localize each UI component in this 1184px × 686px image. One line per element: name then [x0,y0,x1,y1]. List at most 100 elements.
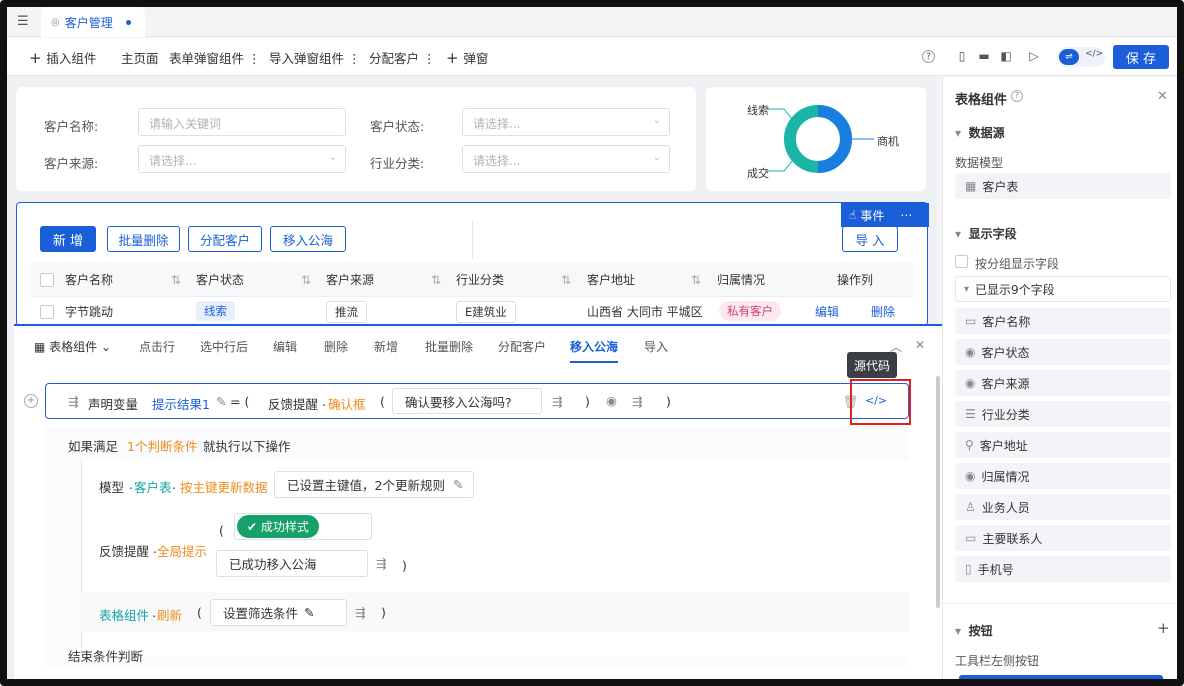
declare-variable-step[interactable]: ⇶ 声明变量 提示结果1 ✎ = ( 反馈提醒 . 确认框 ( 确认要移入公海吗… [45,383,909,419]
variable-name[interactable]: 提示结果1 [152,394,210,413]
insert-component-button[interactable]: + 插入组件 [29,48,96,67]
section-toggle[interactable]: ▾ 按钮 [955,622,993,639]
filter-condition-box[interactable]: 设置筛选条件 ✎ [210,599,347,626]
more-icon[interactable]: ⋯ [900,208,912,222]
group-display-checkbox[interactable] [955,255,968,268]
help-icon[interactable]: ? [1011,90,1023,102]
field-item[interactable]: ◉ 客户来源 [955,370,1171,396]
field-item[interactable]: ♙ 业务人员 [955,494,1171,520]
chevron-down-icon: ⌄ [652,152,661,163]
gear-icon[interactable]: ◉ [606,393,617,408]
style-selector[interactable]: ✔ 成功样式 [234,513,372,540]
batch-delete-button[interactable]: 批量删除 [107,226,180,252]
col-header: 归属情况 [717,273,766,287]
home-page-button[interactable]: 主页面 [121,48,159,67]
layout-right-icon[interactable]: ◧ [997,47,1015,65]
field-item[interactable]: ◉ 归属情况 [955,463,1171,489]
view-toggle[interactable]: ⇌ </> [1057,47,1105,67]
add-button[interactable]: 新 增 [40,226,96,252]
customer-name-input[interactable]: 请输入关键词 [138,108,346,136]
sort-icon[interactable]: ⇅ [691,263,701,297]
update-by-key-link[interactable]: 按主键更新数据 [180,477,268,496]
success-message-input[interactable]: 已成功移入公海 [216,550,368,577]
help-icon[interactable]: ? [922,50,935,63]
customer-source-select[interactable]: 请选择... ⌄ [138,145,346,173]
move-to-pool-button[interactable]: 移入公海 [270,226,346,252]
plus-icon[interactable]: + [1157,619,1170,637]
field-item[interactable]: ◉ 客户状态 [955,339,1171,365]
expression-icon[interactable]: ⇶ [552,394,562,409]
update-rules-box[interactable]: 已设置主键值，2个更新规则 ✎ [274,471,474,498]
sort-icon[interactable]: ⇅ [431,263,441,297]
event-tab[interactable]: 分配客户 [498,338,546,355]
close-icon[interactable]: ✕ [915,338,925,352]
event-tab-active[interactable]: 移入公海 [570,338,619,363]
model-select[interactable]: ▦ 客户表 [955,173,1171,199]
select-all-checkbox[interactable] [40,273,54,287]
layout-left-icon[interactable]: ▯ [953,47,971,65]
shown-fields-dropdown[interactable]: ▾ 已显示9个字段 [955,276,1171,302]
save-button[interactable]: 保 存 [1113,45,1169,69]
field-item[interactable]: ▭ 主要联系人 [955,525,1171,551]
global-tip-link[interactable]: 全局提示 [157,541,207,560]
table-card[interactable]: ☝ 事件 ⋯ 新 增 批量删除 分配客户 移入公海 导 入 客户名称 ⇅ 客户状… [16,202,929,326]
section-toggle[interactable]: ▾ 显示字段 [955,225,1017,242]
event-tab[interactable]: 编辑 [273,338,297,355]
assign-customer-button[interactable]: 分配客户 ⋮ [369,48,436,67]
col-header: 客户状态 [196,273,245,287]
close-icon[interactable]: ✕ [1157,89,1168,104]
chevron-down-icon: ⌄ [101,340,112,354]
if-prefix: 如果满足 [68,439,119,454]
phone-icon: ▯ [965,562,972,576]
customer-status-select[interactable]: 请选择... ⌄ [462,108,670,136]
model-table-link[interactable]: 客户表 [134,477,172,496]
layout-bottom-icon[interactable]: ▬ [975,47,993,65]
field-item[interactable]: ▯ 手机号 [955,556,1171,582]
expression-icon[interactable]: ⇶ [376,556,386,571]
event-tab[interactable]: 点击行 [139,338,175,355]
event-badge[interactable]: ☝ 事件 ⋯ [841,203,929,227]
expression-icon[interactable]: ⇶ [355,605,365,620]
hand-pointer-icon: ☝ [849,208,857,222]
menu-collapse-icon[interactable]: ☰ [17,14,29,29]
tab-customer-management[interactable]: ◎ 客户管理 [41,7,145,37]
add-step-icon[interactable]: + [24,394,38,408]
refresh-link[interactable]: 刷新 [157,605,182,624]
field-item[interactable]: ⚲ 客户地址 [955,432,1171,458]
event-tab[interactable]: 选中行后 [200,338,248,355]
field-item[interactable]: ▭ 客户名称 [955,308,1171,334]
field-item[interactable]: ☰ 行业分类 [955,401,1171,427]
assign-customer-table-button[interactable]: 分配客户 [188,226,262,252]
section-toggle[interactable]: ▾ 数据源 [955,124,1005,141]
table-component-link[interactable]: 表格组件 [99,605,149,624]
edit-icon[interactable]: ✎ [216,394,226,409]
new-button-preview[interactable]: 新 增 [959,675,1163,679]
event-tab[interactable]: 批量删除 [425,338,473,355]
status-badge: 线索 [196,301,235,321]
row-checkbox[interactable] [40,305,54,319]
sort-icon[interactable]: ⇅ [171,263,181,297]
expression-icon[interactable]: ⇶ [632,394,642,409]
preview-play-icon[interactable]: ▷ [1025,47,1043,65]
sort-icon[interactable]: ⇅ [301,263,311,297]
donut-chart-card[interactable]: 线索 成交 商机 [706,87,926,191]
edit-link[interactable]: 编辑 [815,303,839,320]
event-tab[interactable]: 新增 [374,338,398,355]
divider [472,221,473,259]
popup-button[interactable]: + 弹窗 [446,48,488,67]
scrollbar[interactable] [936,376,940,608]
import-button[interactable]: 导 入 [842,226,898,252]
condition-count-link[interactable]: 1个判断条件 [127,436,197,455]
event-tab[interactable]: 导入 [644,338,668,355]
import-dialog-button[interactable]: 导入弹窗组件 ⋮ [269,48,361,67]
source-code-tooltip: 源代码 [847,352,897,378]
delete-link[interactable]: 删除 [871,303,895,320]
confirm-text-input[interactable]: 确认要移入公海吗? [392,388,542,414]
end-condition-label: 结束条件判断 [68,649,144,664]
caret-down-icon: ▾ [955,624,962,638]
industry-select[interactable]: 请选择... ⌄ [462,145,670,173]
form-dialog-button[interactable]: 表单弹窗组件 ⋮ [169,48,261,67]
sort-icon[interactable]: ⇅ [561,263,571,297]
component-selector[interactable]: ▦ 表格组件 ⌄ [34,338,111,355]
event-tab[interactable]: 删除 [324,338,348,355]
